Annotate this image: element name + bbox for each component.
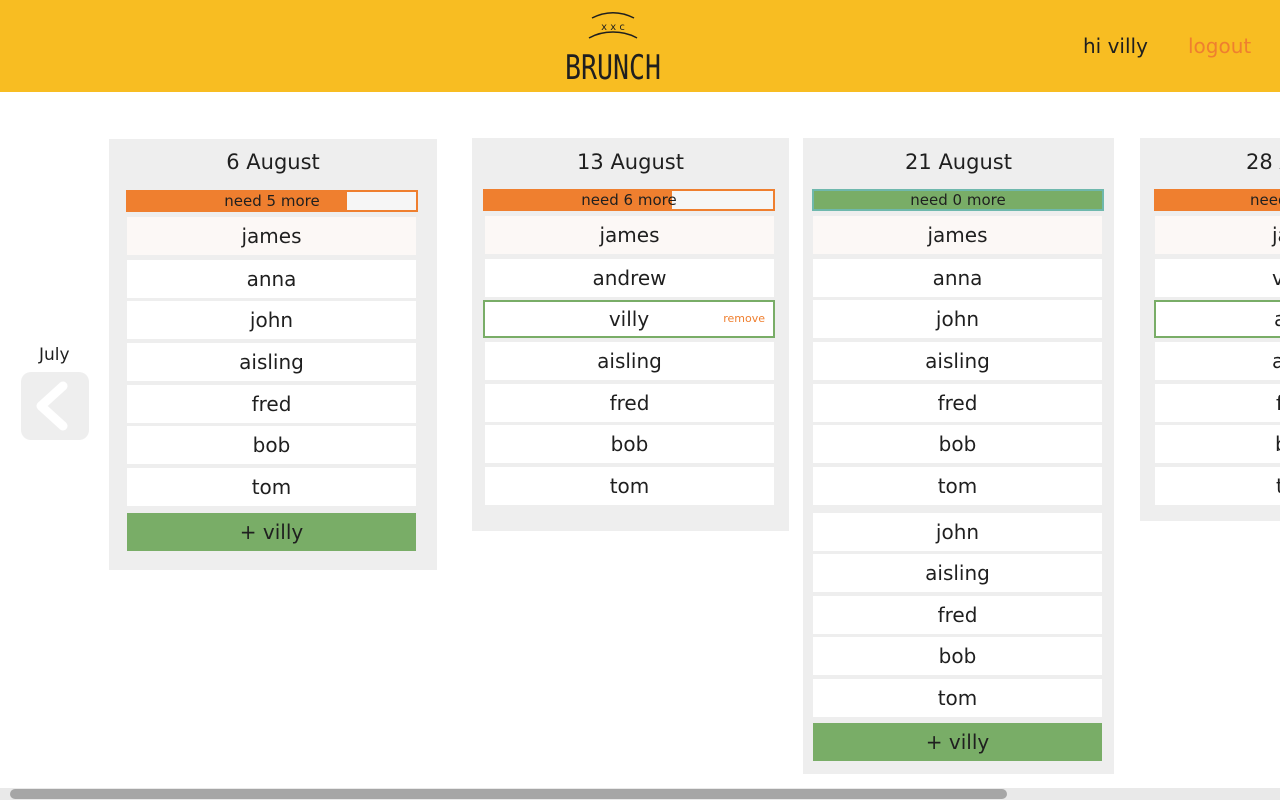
- week-date: 13 August: [577, 150, 684, 174]
- attendee-item: james: [813, 216, 1102, 254]
- attendee-item: aisling: [127, 343, 416, 381]
- need-more-progress-bar: need 0 more: [812, 189, 1104, 211]
- week-date: 28 August: [1246, 150, 1280, 174]
- logo-text: BRUNCH: [565, 48, 661, 84]
- attendee-item: v: [1155, 259, 1280, 297]
- current-user-attendee: villy remove: [483, 300, 775, 338]
- attendee-item: bob: [485, 425, 774, 463]
- logo-marks: x x c: [601, 22, 625, 33]
- attendee-item: tom: [127, 468, 416, 506]
- week-column-13-august: 13 August need 6 more james andrew villy…: [472, 138, 789, 531]
- attendee-item: john: [813, 513, 1102, 551]
- attendee-item: tom: [485, 467, 774, 505]
- attendee-item: john: [813, 300, 1102, 338]
- attendee-item: ja: [1155, 216, 1280, 254]
- attendee-item: aisling: [485, 342, 774, 380]
- attendee-item: f: [1155, 384, 1280, 422]
- user-greeting: hi villy: [1083, 34, 1148, 58]
- attendee-item: aisling: [813, 342, 1102, 380]
- week-date: 21 August: [905, 150, 1012, 174]
- attendee-item: andrew: [485, 259, 774, 297]
- attendee-item: james: [485, 216, 774, 254]
- need-more-label: need 5 more: [224, 192, 320, 210]
- need-more-progress-bar: need 6 more: [483, 189, 775, 211]
- need-more-label: need 6 more: [581, 191, 677, 209]
- week-column-6-august: 6 August need 5 more james anna john ais…: [109, 139, 437, 570]
- attendee-item: bob: [127, 426, 416, 464]
- attendee-item: anna: [127, 260, 416, 298]
- week-column-21-august: 21 August need 0 more james anna john ai…: [803, 138, 1114, 774]
- attendee-item: fred: [485, 384, 774, 422]
- attendee-item: tom: [813, 467, 1102, 505]
- need-more-progress-bar: need: [1154, 189, 1280, 211]
- attendee-item: b: [1155, 425, 1280, 463]
- chevron-left-icon: [36, 381, 68, 431]
- horizontal-scrollbar-thumb[interactable]: [10, 789, 1007, 799]
- attendee-item: a: [1155, 342, 1280, 380]
- remove-signup-button[interactable]: remove: [723, 302, 765, 336]
- attendee-item: anna: [813, 259, 1102, 297]
- need-more-label: need: [1250, 191, 1280, 209]
- attendee-name: villy: [608, 307, 650, 331]
- attendee-item: bob: [813, 425, 1102, 463]
- need-more-label: need 0 more: [910, 191, 1006, 209]
- attendee-item: aisling: [813, 554, 1102, 592]
- attendee-item: john: [127, 301, 416, 339]
- join-week-button[interactable]: + villy: [813, 723, 1102, 761]
- attendee-item: fred: [813, 384, 1102, 422]
- top-bar: x x c BRUNCH hi villy logout: [0, 0, 1280, 92]
- attendee-item: tom: [813, 679, 1102, 717]
- previous-month-button[interactable]: [21, 372, 89, 440]
- attendee-item: fred: [127, 385, 416, 423]
- attendee-item: bob: [813, 637, 1102, 675]
- attendee-item: t: [1155, 467, 1280, 505]
- week-date: 6 August: [226, 150, 320, 174]
- attendee-item: fred: [813, 596, 1102, 634]
- join-week-button[interactable]: + villy: [127, 513, 416, 551]
- week-column-28-august-clip: 28 August need ja v a a f b t: [1140, 138, 1280, 522]
- previous-month-label: July: [39, 345, 70, 365]
- logout-link[interactable]: logout: [1188, 34, 1251, 58]
- attendee-item: james: [127, 217, 416, 255]
- current-user-attendee: a: [1154, 300, 1280, 338]
- brunch-logo[interactable]: x x c BRUNCH: [558, 10, 668, 84]
- week-column-28-august: 28 August need ja v a a f b t: [1140, 138, 1280, 521]
- need-more-progress-bar: need 5 more: [126, 190, 418, 212]
